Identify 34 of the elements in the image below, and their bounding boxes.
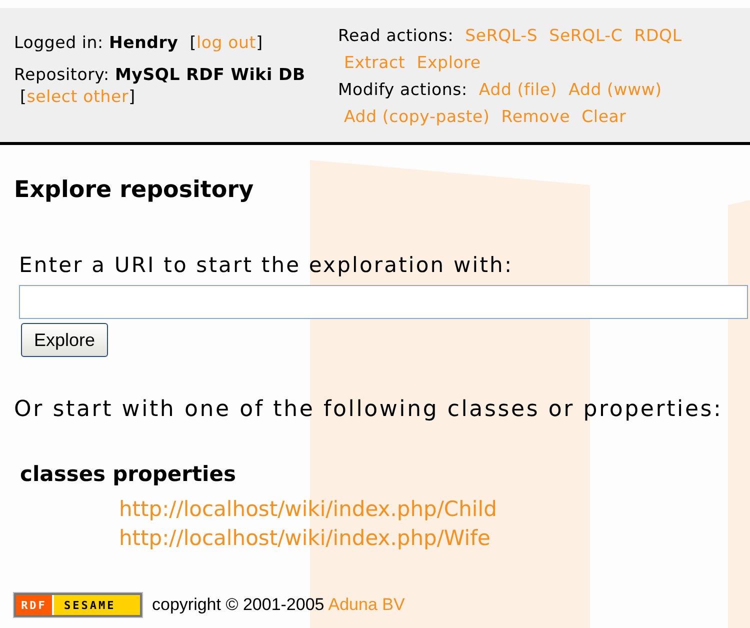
action-link[interactable]: Add (copy-paste) <box>344 107 490 126</box>
action-link[interactable]: RDQL <box>634 26 682 45</box>
action-link[interactable]: Explore <box>416 53 481 72</box>
action-link[interactable]: Add (file) <box>478 80 558 99</box>
logout-link[interactable]: log out <box>196 33 256 52</box>
company-link[interactable]: Aduna BV <box>328 595 405 615</box>
prompt-text: Or start with one of the following classes or properties: <box>14 397 724 423</box>
login-status: Logged in: <box>14 33 104 52</box>
column-heading: classes <box>20 461 106 487</box>
action-link[interactable]: Remove <box>501 107 570 126</box>
user-name: Hendry <box>108 33 178 52</box>
bracket: [ <box>190 33 197 52</box>
column-heading: properties <box>112 461 236 487</box>
bracket: [ <box>20 87 27 106</box>
resource-link[interactable]: http://localhost/wiki/index.php/Child <box>119 495 497 524</box>
copyright-text: copyright © 2001-2005 <box>152 595 324 615</box>
bracket: ] <box>256 33 263 52</box>
actions-label: Read actions: <box>338 26 454 45</box>
repository-label: Repository: <box>14 65 110 84</box>
explore-button[interactable]: Explore <box>21 323 108 357</box>
resource-link[interactable]: http://localhost/wiki/index.php/Wife <box>119 524 490 553</box>
repository-name: MySQL RDF Wiki DB <box>114 65 306 84</box>
sesame-logo[interactable]: RDF SESAME <box>14 593 142 617</box>
actions-label: Modify actions: <box>338 80 468 99</box>
action-link[interactable]: SeRQL-C <box>549 26 623 45</box>
field-label: Enter a URI to start the exploration with: <box>19 253 514 277</box>
action-link[interactable]: Add (www) <box>568 80 662 99</box>
action-link[interactable]: SeRQL-S <box>465 26 538 45</box>
bracket: ] <box>128 87 136 106</box>
select-repository-link[interactable]: select other <box>26 87 129 106</box>
uri-field[interactable] <box>19 285 748 319</box>
action-link[interactable]: Clear <box>582 107 626 126</box>
action-link[interactable]: Extract <box>344 53 406 72</box>
page-title: Explore repository <box>14 176 255 205</box>
